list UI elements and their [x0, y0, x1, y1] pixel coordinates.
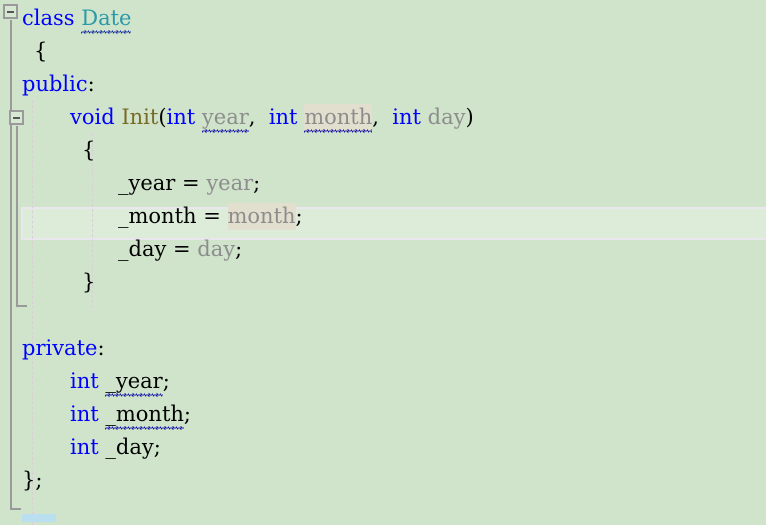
code-token: {	[34, 39, 48, 63]
code-token: }	[82, 270, 96, 294]
code-line[interactable]: class Date	[22, 2, 132, 35]
code-token: =	[166, 237, 198, 261]
code-token: ;	[183, 402, 191, 426]
code-token: int	[70, 402, 99, 426]
code-token: _year	[105, 365, 164, 398]
code-token: day	[427, 105, 466, 129]
code-line[interactable]: _month = month;	[22, 200, 303, 233]
fold-line-method	[16, 126, 18, 306]
code-token: int	[166, 105, 196, 129]
code-token: Date	[81, 2, 132, 35]
code-token: year	[201, 101, 249, 134]
code-token: ;	[153, 435, 161, 459]
code-token: int	[268, 105, 298, 129]
code-line[interactable]: _day = day;	[22, 233, 242, 266]
code-token: ;	[295, 204, 303, 228]
fold-line-class	[10, 20, 12, 510]
code-token: ;	[35, 468, 43, 492]
code-line[interactable]: void Init(int year, int month, int day)	[22, 101, 474, 134]
fold-gutter[interactable]	[0, 0, 27, 525]
code-line[interactable]: };	[22, 464, 42, 497]
word-occurrence-highlight: month	[227, 203, 296, 230]
code-token: (	[158, 105, 167, 129]
code-token: int	[70, 435, 99, 459]
code-line[interactable]: int _day;	[22, 431, 161, 464]
code-token: void	[70, 105, 115, 129]
code-token: _day	[105, 435, 154, 459]
code-token: month	[227, 204, 296, 228]
fold-elbow-method-end	[16, 305, 27, 307]
code-token: ;	[253, 171, 261, 195]
code-token: {	[82, 138, 96, 162]
code-editor-surface[interactable]: class Date{public: void Init(int year, in…	[0, 0, 766, 525]
code-token: =	[175, 171, 207, 195]
code-token: :	[97, 336, 105, 360]
code-line[interactable]: int _month;	[22, 398, 191, 431]
code-token: ;	[235, 237, 243, 261]
code-token: =	[196, 204, 228, 228]
selection-block	[22, 514, 56, 522]
code-line[interactable]: _year = year;	[22, 167, 260, 200]
code-token: _year	[118, 171, 176, 195]
code-token: _day	[118, 237, 167, 261]
code-token: public	[22, 72, 88, 96]
code-line[interactable]: int _year;	[22, 365, 170, 398]
code-token: class	[22, 6, 75, 30]
fold-elbow-class-end	[10, 508, 21, 510]
code-token: ,	[372, 105, 393, 129]
code-token: ;	[162, 369, 170, 393]
code-token: int	[70, 369, 99, 393]
code-line[interactable]: }	[22, 266, 95, 299]
fold-toggle-class[interactable]	[3, 4, 18, 19]
code-token: year	[206, 171, 254, 195]
code-token: int	[392, 105, 421, 129]
code-token: )	[465, 105, 474, 129]
code-token: _month	[105, 398, 184, 431]
code-line[interactable]: {	[22, 35, 47, 68]
code-line[interactable]: public:	[22, 68, 95, 101]
code-token: :	[87, 72, 95, 96]
code-token: month	[304, 101, 373, 134]
code-token: }	[22, 468, 36, 492]
code-line[interactable]: {	[22, 134, 95, 167]
code-token: day	[197, 237, 236, 261]
code-token: ,	[248, 105, 269, 129]
code-token: _month	[118, 204, 197, 228]
code-token: Init	[121, 105, 159, 129]
code-token: private	[22, 336, 98, 360]
word-occurrence-highlight: month	[304, 101, 373, 134]
code-line[interactable]: private:	[22, 332, 105, 365]
